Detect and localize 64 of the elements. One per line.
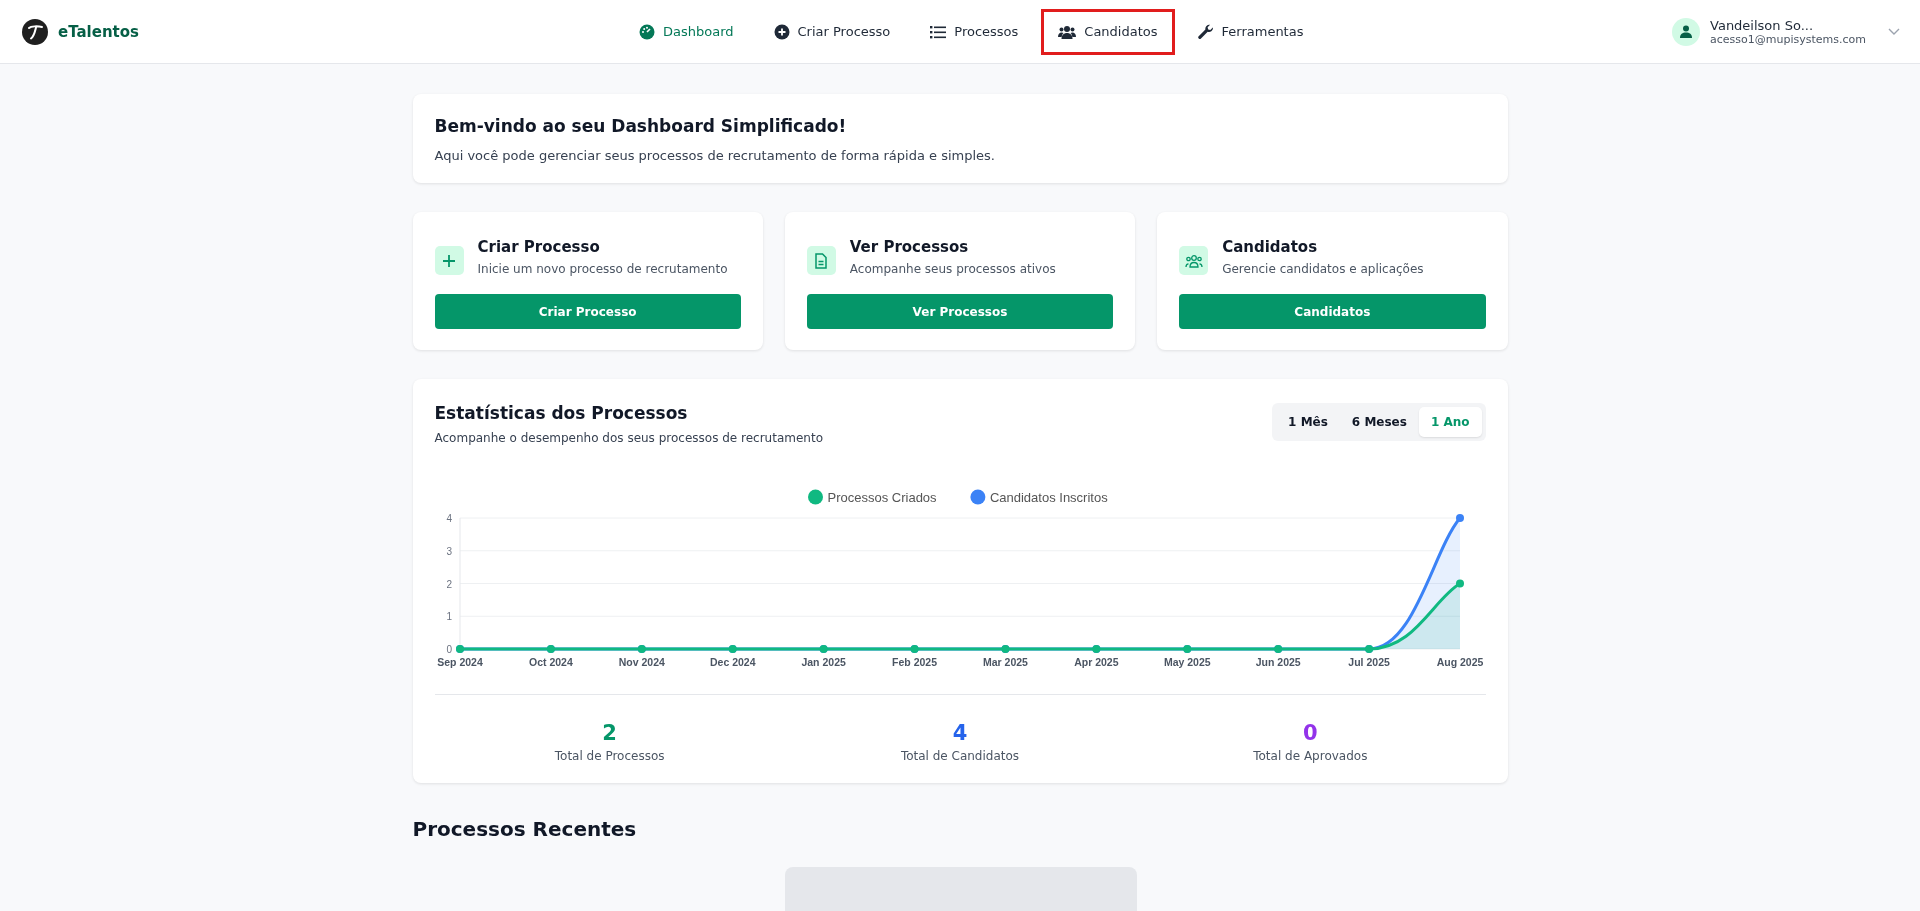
plus-circle-icon [773, 23, 790, 40]
stat-value: 2 [601, 721, 618, 745]
section-subtitle: Acompanhe o desempenho dos seus processos de recrutamento [434, 431, 823, 445]
card-description: Inicie um novo processo de recrutamento [477, 262, 728, 276]
y-tick-label: 4 [445, 513, 452, 524]
avatar[interactable] [1672, 17, 1701, 46]
card-description: Gerencie candidatos e aplicações [1222, 262, 1424, 276]
nav-link[interactable]: Criar Processo [756, 8, 908, 55]
nav-link[interactable]: Processos [913, 8, 1036, 55]
data-point [1455, 514, 1464, 522]
range-option[interactable]: 6 Meses [1339, 407, 1419, 437]
stat-value: 0 [1302, 721, 1319, 745]
logo-icon [22, 18, 48, 45]
x-tick-label: Feb 2025 [891, 656, 937, 668]
data-point [1455, 579, 1464, 588]
card-title: Criar Processo [477, 238, 601, 256]
y-tick-label: 1 [445, 611, 452, 623]
card-description: Acompanhe seus processos ativos [849, 262, 1056, 276]
x-tick-label: Nov 2024 [618, 656, 665, 668]
action-button[interactable]: Criar Processo [434, 294, 741, 329]
plus-icon [442, 253, 456, 268]
range-option[interactable]: 1 Mês [1276, 407, 1340, 437]
user-name: Vandeilson So... [1710, 17, 1815, 33]
stat-label: Total de Aprovados [1252, 749, 1369, 763]
document-icon [814, 252, 829, 269]
wrench-icon [1197, 23, 1214, 40]
welcome-title: Bem-vindo ao seu Dashboard Simplificado! [434, 116, 848, 136]
legend-item[interactable]: Candidatos Inscritos [969, 489, 1108, 505]
x-tick-label: Sep 2024 [436, 656, 483, 668]
legend-label: Processos Criados [827, 489, 937, 505]
x-tick-label: Jan 2025 [800, 656, 846, 668]
list-icon [930, 24, 947, 39]
user-email: acesso1@mupisystems.com [1710, 32, 1866, 46]
stat-label: Total de Processos [553, 749, 666, 763]
x-tick-label: Aug 2025 [1436, 656, 1483, 668]
section-heading: Processos Recentes [412, 817, 638, 841]
users-icon [1058, 24, 1077, 39]
y-tick-label: 0 [445, 644, 452, 655]
welcome-text: Aqui você pode gerenciar seus processos de recrutamento de forma rápida e simples. [434, 148, 996, 163]
y-tick-label: 2 [445, 578, 452, 590]
section-title: Estatísticas dos Processos [434, 403, 689, 423]
x-tick-label: Dec 2024 [709, 656, 755, 668]
dashboard-gauge-icon [639, 23, 655, 40]
card-title: Candidatos [1222, 238, 1319, 256]
range-option[interactable]: 1 Ano [1418, 407, 1482, 437]
person-icon [1680, 25, 1693, 38]
x-tick-label: Jun 2025 [1255, 656, 1301, 668]
users-icon [1184, 253, 1203, 268]
x-tick-label: Oct 2024 [528, 656, 573, 668]
nav-link[interactable]: Dashboard [622, 8, 751, 55]
stat-value: 4 [951, 721, 969, 745]
nav-link[interactable]: Ferramentas [1180, 8, 1321, 55]
nav-link[interactable]: Candidatos [1041, 8, 1175, 55]
brand-name[interactable]: eTalentos [58, 22, 139, 41]
action-button[interactable]: Ver Processos [806, 294, 1114, 329]
x-tick-label: May 2025 [1163, 656, 1211, 668]
x-tick-label: Jul 2025 [1347, 656, 1390, 668]
legend-item[interactable]: Processos Criados [807, 489, 937, 505]
x-tick-label: Apr 2025 [1073, 656, 1119, 668]
stat-label: Total de Candidatos [899, 749, 1021, 763]
action-button[interactable]: Candidatos [1179, 294, 1486, 329]
y-tick-label: 3 [445, 545, 452, 557]
x-tick-label: Mar 2025 [982, 656, 1028, 668]
card-title: Ver Processos [849, 238, 970, 256]
